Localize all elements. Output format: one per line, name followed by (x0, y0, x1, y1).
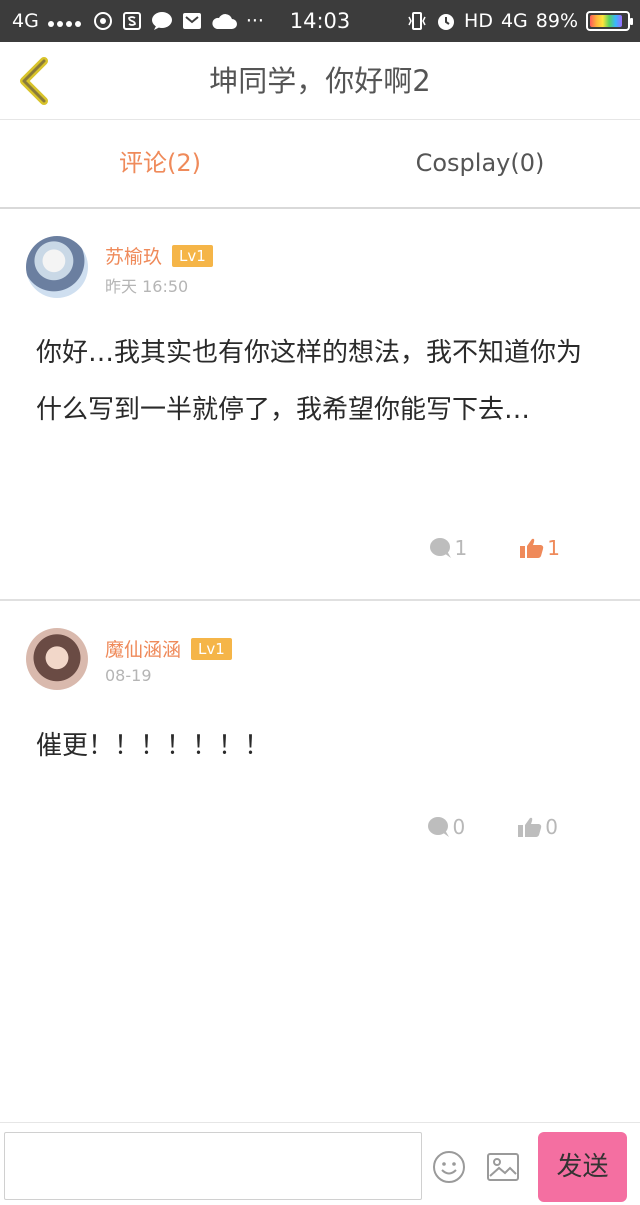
status-bar: 4G ··· 14:03 HD 4G 89% (0, 0, 640, 42)
image-button[interactable] (486, 1152, 520, 1182)
like-count: 1 (547, 536, 560, 560)
like-button[interactable]: 0 (517, 815, 558, 839)
alarm-icon (436, 11, 456, 31)
emoji-button[interactable] (432, 1150, 466, 1184)
comment-timestamp: 08-19 (105, 666, 152, 685)
send-button[interactable]: 发送 (538, 1132, 627, 1202)
comment-username[interactable]: 苏榆玖 Lv1 (105, 242, 213, 269)
reply-button[interactable]: 1 (429, 536, 468, 560)
comment-username[interactable]: 魔仙涵涵 Lv1 (105, 635, 232, 662)
level-badge: Lv1 (191, 638, 232, 660)
page-header: 坤同学，你好啊2 (0, 42, 640, 120)
comment-bubble-icon (427, 817, 449, 837)
comment-input[interactable] (4, 1132, 422, 1200)
comment-text: 你好…我其实也有你这样的想法，我不知道你为什么写到一半就停了，我希望你能写下去… (36, 338, 583, 425)
reply-count: 1 (454, 536, 468, 560)
avatar[interactable] (26, 628, 88, 690)
username-text[interactable]: 魔仙涵涵 (105, 639, 181, 661)
username-text[interactable]: 苏榆玖 (105, 246, 162, 268)
network-right-label: 4G (500, 10, 528, 32)
tab-comments[interactable]: 评论(2) (0, 120, 320, 207)
comment-actions: 1 1 (429, 536, 560, 560)
tab-bar: 评论(2) Cosplay(0) (0, 120, 640, 209)
comment-timestamp: 昨天 16:50 (105, 277, 189, 296)
avatar[interactable] (26, 236, 88, 298)
comment-item: 魔仙涵涵 Lv1 08-19 催更！！！！！！！ 0 0 (0, 603, 640, 863)
reply-button[interactable]: 0 (427, 815, 466, 839)
thumbs-up-icon (520, 538, 544, 558)
page-title: 坤同学，你好啊2 (209, 64, 431, 98)
tab-cosplay[interactable]: Cosplay(0) (320, 120, 640, 207)
level-badge: Lv1 (172, 245, 213, 267)
vibrate-icon (406, 11, 428, 31)
comment-item: 苏榆玖 Lv1 昨天 16:50 你好…我其实也有你这样的想法，我不知道你为什么写… (0, 210, 640, 601)
status-right: HD 4G 89% (406, 0, 633, 42)
battery-icon (586, 11, 633, 31)
smiley-icon (433, 1151, 465, 1183)
battery-percent: 89% (535, 10, 578, 32)
image-icon (487, 1153, 519, 1181)
thumbs-up-icon (518, 817, 542, 837)
comment-actions: 0 0 (427, 815, 558, 839)
comment-text: 催更！！！！！！！ (36, 731, 271, 761)
like-button[interactable]: 1 (519, 536, 560, 560)
reply-count: 0 (452, 815, 466, 839)
comment-input-bar: 发送 (0, 1122, 640, 1205)
like-count: 0 (545, 815, 558, 839)
hd-label: HD (464, 10, 493, 32)
comment-bubble-icon (429, 538, 451, 558)
